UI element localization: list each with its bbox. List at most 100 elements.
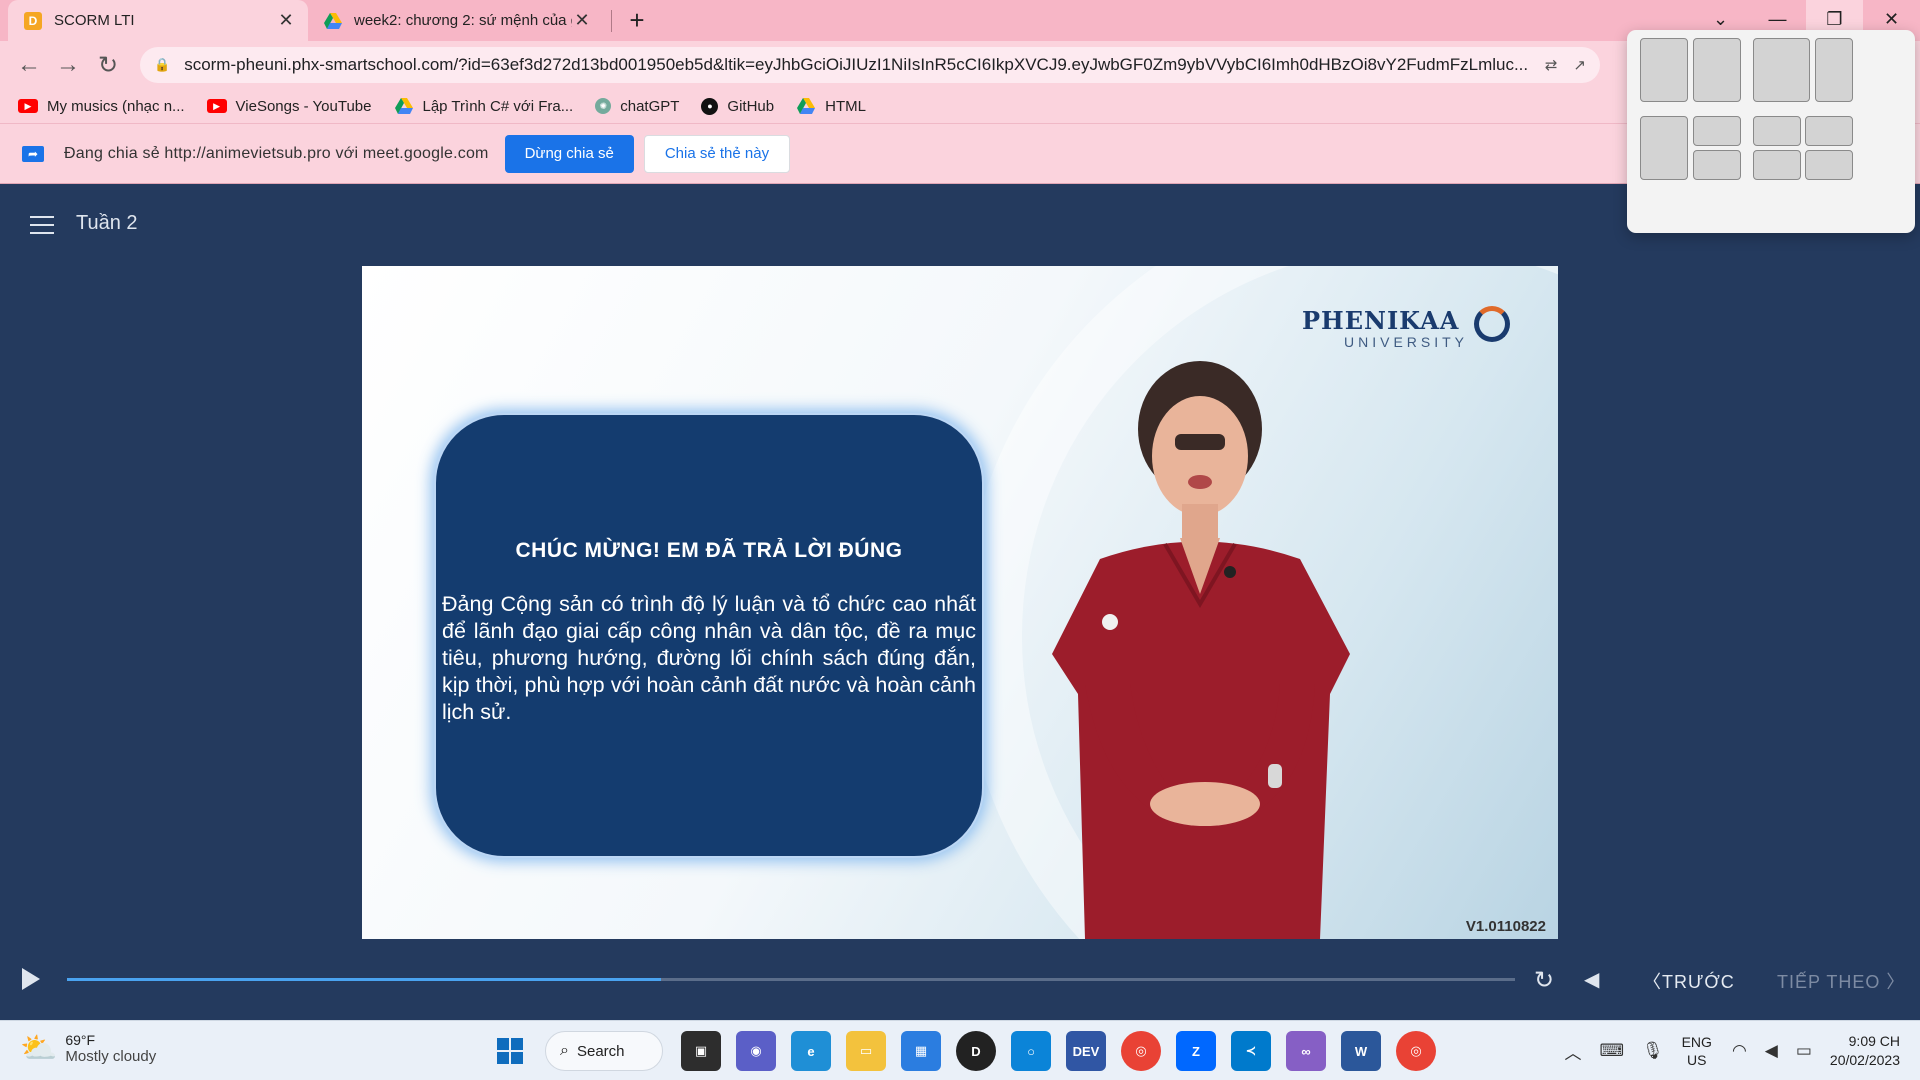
- new-tab-button[interactable]: +: [622, 5, 652, 36]
- progress-fill: [67, 978, 661, 981]
- vscode-icon[interactable]: ≺: [1231, 1031, 1271, 1071]
- edge-icon[interactable]: e: [791, 1031, 831, 1071]
- snap-zone[interactable]: [1753, 150, 1801, 180]
- logo-ring-icon: [1474, 306, 1510, 342]
- github-icon: ●: [701, 97, 719, 115]
- bookmark-label: Lập Trình C# với Fra...: [422, 97, 574, 115]
- snap-zone[interactable]: [1815, 38, 1853, 102]
- bookmark-my-musics[interactable]: ▶ My musics (nhạc n...: [18, 98, 185, 115]
- snap-layouts-flyout: [1627, 30, 1915, 233]
- snap-zone[interactable]: [1753, 38, 1810, 102]
- start-windows-icon[interactable]: [490, 1031, 530, 1071]
- chevron-up-icon[interactable]: ︿: [1564, 1039, 1581, 1064]
- feedback-box: CHÚC MỪNG! EM ĐÃ TRẢ LỜI ĐÚNG Đảng Cộng …: [434, 413, 984, 858]
- file-explorer-icon[interactable]: ▭: [846, 1031, 886, 1071]
- youtube-icon: ▶: [18, 99, 38, 113]
- logo-text: PHENIKAA: [1302, 306, 1460, 335]
- zalo-icon[interactable]: Z: [1176, 1031, 1216, 1071]
- lock-icon[interactable]: 🔒: [154, 57, 170, 73]
- chevron-right-icon: 〉: [1880, 972, 1906, 992]
- close-tab-icon[interactable]: ✕: [572, 10, 592, 31]
- previous-button[interactable]: 〈TRƯỚC: [1643, 968, 1735, 994]
- language-code: ENG: [1681, 1034, 1712, 1050]
- tab-scorm-lti[interactable]: D SCORM LTI ✕: [8, 0, 308, 41]
- progress-bar[interactable]: [67, 978, 1515, 981]
- chrome-active-icon[interactable]: ◎: [1396, 1031, 1436, 1071]
- feedback-body: Đảng Cộng sản có trình độ lý luận và tổ …: [442, 592, 976, 724]
- system-tray: ︿ ⌨ 🎙 ENG US ◠ ◀ ▭ 9:09 CH 20/02/2023: [1564, 1029, 1900, 1073]
- bookmark-label: GitHub: [727, 97, 775, 115]
- wifi-icon[interactable]: ◠: [1732, 1041, 1747, 1061]
- url-text[interactable]: scorm-pheuni.phx-smartschool.com/?id=63e…: [184, 55, 1529, 75]
- feedback-heading: CHÚC MỪNG! EM ĐÃ TRẢ LỜI ĐÚNG: [515, 539, 903, 562]
- presenter-figure: [1052, 361, 1350, 939]
- weather-temp: 69°F: [65, 1032, 96, 1048]
- taskbar-apps: ⌕ Search ▣ ◉ e ▭ ▦ D ○ DEV ◎ Z ≺ ∞ W ◎: [490, 1029, 1451, 1073]
- tab-title: SCORM LTI: [54, 12, 135, 29]
- google-drive-icon: [324, 12, 342, 30]
- weather-desc: Mostly cloudy: [65, 1048, 157, 1065]
- weather-widget[interactable]: ⛅ 69°F Mostly cloudy: [20, 1031, 156, 1066]
- screen-share-icon: ➦: [22, 145, 44, 162]
- language-indicator[interactable]: ENG US: [1682, 1033, 1712, 1069]
- next-button[interactable]: TIẾP THEO 〉: [1777, 968, 1905, 994]
- clock[interactable]: 9:09 CH 20/02/2023: [1830, 1032, 1900, 1070]
- close-tab-icon[interactable]: ✕: [276, 10, 296, 31]
- snap-zone[interactable]: [1753, 116, 1801, 146]
- tab-title: week2: chương 2: sứ mệnh của gi: [354, 12, 572, 29]
- language-region: US: [1687, 1052, 1707, 1068]
- bookmark-github[interactable]: ● GitHub: [701, 97, 775, 115]
- bookmark-html[interactable]: HTML: [796, 98, 866, 115]
- search-icon: ⌕: [560, 1042, 569, 1059]
- menu-icon[interactable]: [30, 216, 54, 234]
- snap-zone[interactable]: [1640, 116, 1688, 180]
- share-this-tab-button[interactable]: Chia sẻ thẻ này: [643, 134, 791, 173]
- translate-icon[interactable]: ⇄: [1545, 56, 1558, 74]
- clock-date: 20/02/2023: [1829, 1052, 1900, 1068]
- teams-chat-icon[interactable]: ◉: [736, 1031, 776, 1071]
- tab-week2[interactable]: week2: chương 2: sứ mệnh của gi ✕: [314, 0, 604, 41]
- word-icon[interactable]: W: [1341, 1031, 1381, 1071]
- lesson-slide: PHENIKAA UNIVERSITY CHÚC MỪNG! EM ĐÃ TRẢ…: [362, 266, 1558, 939]
- cortana-icon[interactable]: ○: [1011, 1031, 1051, 1071]
- store-icon[interactable]: ▦: [901, 1031, 941, 1071]
- phenikaa-logo: PHENIKAA UNIVERSITY: [1302, 306, 1512, 354]
- taskbar-search[interactable]: ⌕ Search: [545, 1031, 663, 1071]
- keyboard-icon[interactable]: ⌨: [1599, 1041, 1624, 1061]
- bookmark-label: chatGPT: [620, 97, 680, 115]
- share-page-icon[interactable]: ↗: [1573, 56, 1586, 74]
- version-label: V1.0110822: [1465, 918, 1546, 935]
- task-view-icon[interactable]: ▣: [681, 1031, 721, 1071]
- snap-zone[interactable]: [1693, 150, 1741, 180]
- snap-zone[interactable]: [1693, 38, 1741, 102]
- volume-icon[interactable]: ◀: [1584, 967, 1599, 992]
- speaker-icon[interactable]: ◀: [1765, 1041, 1778, 1061]
- address-bar[interactable]: 🔒 scorm-pheuni.phx-smartschool.com/?id=6…: [140, 47, 1600, 83]
- reload-icon[interactable]: ↻: [93, 51, 123, 80]
- visual-studio-icon[interactable]: ∞: [1286, 1031, 1326, 1071]
- snap-zone[interactable]: [1805, 150, 1853, 180]
- bookmark-viesongs[interactable]: ▶ VieSongs - YouTube: [206, 98, 372, 115]
- dell-icon[interactable]: D: [956, 1031, 996, 1071]
- snap-zone[interactable]: [1640, 38, 1688, 102]
- google-drive-icon: [796, 98, 816, 114]
- search-label: Search: [576, 1042, 625, 1060]
- microphone-icon[interactable]: 🎙: [1642, 1041, 1664, 1061]
- tab-separator: [611, 10, 612, 32]
- bookmark-lap-trinh[interactable]: Lập Trình C# với Fra...: [394, 97, 574, 115]
- next-label: TIẾP THEO: [1777, 972, 1881, 992]
- chrome-icon[interactable]: ◎: [1121, 1031, 1161, 1071]
- devc-icon[interactable]: DEV: [1066, 1031, 1106, 1071]
- youtube-icon: ▶: [206, 99, 227, 113]
- previous-label: TRƯỚC: [1662, 972, 1735, 992]
- snap-zone[interactable]: [1805, 116, 1853, 146]
- snap-zone[interactable]: [1693, 116, 1741, 146]
- bookmark-chatgpt[interactable]: ✺ chatGPT: [595, 98, 679, 115]
- forward-arrow-icon[interactable]: →: [53, 51, 83, 79]
- bookmark-label: My musics (nhạc n...: [47, 97, 185, 115]
- replay-icon[interactable]: ↻: [1534, 966, 1554, 995]
- battery-icon[interactable]: ▭: [1796, 1041, 1812, 1061]
- play-icon[interactable]: [22, 968, 40, 990]
- stop-sharing-button[interactable]: Dừng chia sẻ: [504, 134, 634, 173]
- back-arrow-icon[interactable]: ←: [14, 51, 44, 79]
